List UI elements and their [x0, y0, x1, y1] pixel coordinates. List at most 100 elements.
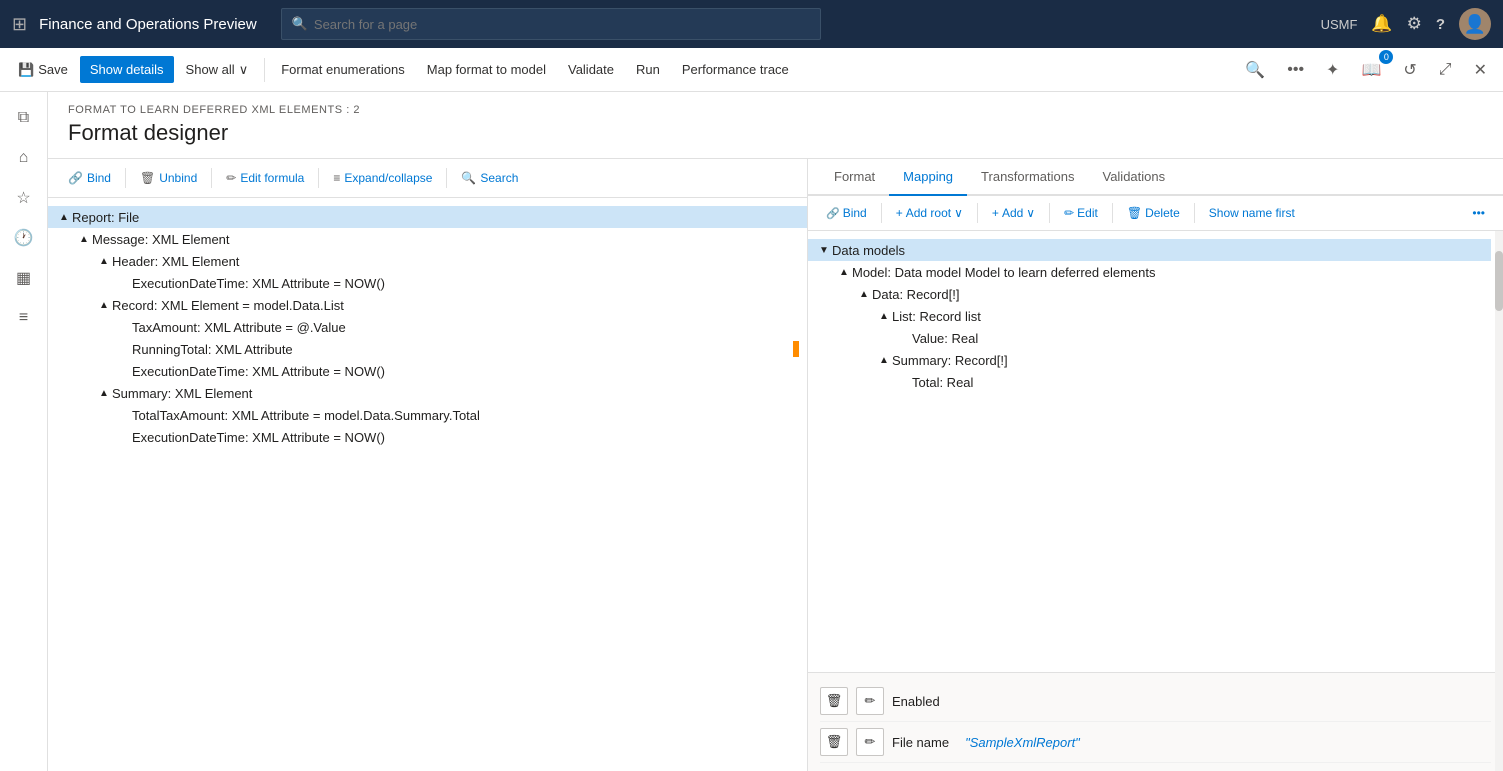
- tree-item[interactable]: ExecutionDateTime: XML Attribute = NOW(): [48, 272, 807, 294]
- tab-mapping[interactable]: Mapping: [889, 159, 967, 196]
- close-button[interactable]: ✕: [1466, 54, 1495, 86]
- tab-format[interactable]: Format: [820, 159, 889, 196]
- prop-value-filename: "SampleXmlReport": [965, 735, 1080, 750]
- tree-toggle-icon[interactable]: ▲: [96, 385, 112, 401]
- expand-collapse-button[interactable]: ≡ Expand/collapse: [325, 167, 440, 189]
- sidebar-workspace-icon[interactable]: ▦: [6, 260, 42, 296]
- sidebar-favorites-icon[interactable]: ☆: [6, 180, 42, 216]
- unbind-button[interactable]: 🗑 Unbind: [132, 167, 205, 189]
- rt-bind-button[interactable]: 🔗 Bind: [818, 202, 875, 224]
- rt-more-button[interactable]: •••: [1464, 202, 1493, 224]
- tree-item[interactable]: ▲Report: File: [48, 206, 807, 228]
- more-options-button[interactable]: •••: [1279, 55, 1312, 85]
- search-toolbar-button[interactable]: 🔍: [1237, 54, 1273, 86]
- tree-item[interactable]: TaxAmount: XML Attribute = @.Value: [48, 316, 807, 338]
- format-enumerations-button[interactable]: Format enumerations: [271, 56, 415, 83]
- gear-icon[interactable]: ⚙: [1407, 14, 1422, 34]
- right-tree-toggle-icon[interactable]: ▲: [836, 264, 852, 280]
- scrollbar-thumb[interactable]: [1495, 251, 1503, 311]
- bind-button[interactable]: 🔗 Bind: [60, 167, 119, 189]
- save-icon: 💾: [18, 62, 34, 78]
- tree-item[interactable]: ExecutionDateTime: XML Attribute = NOW(): [48, 426, 807, 448]
- sidebar-icons: ⧉ ⌂ ☆ 🕐 ▦ ≡: [0, 92, 48, 771]
- tree-item[interactable]: ▲Header: XML Element: [48, 250, 807, 272]
- lt-sep2: [211, 168, 212, 188]
- show-name-first-button[interactable]: Show name first: [1201, 202, 1303, 224]
- rt-sep2: [977, 203, 978, 223]
- right-tree-item[interactable]: ▲List: Record list: [808, 305, 1491, 327]
- sidebar-recent-icon[interactable]: 🕐: [6, 220, 42, 256]
- right-scrollbar[interactable]: [1495, 231, 1503, 771]
- bell-icon[interactable]: 🔔: [1371, 14, 1392, 34]
- tree-item[interactable]: ▲Summary: XML Element: [48, 382, 807, 404]
- lt-sep1: [125, 168, 126, 188]
- sidebar-home-icon[interactable]: ⌂: [6, 140, 42, 176]
- add-button[interactable]: + Add ∨: [984, 202, 1043, 224]
- right-tree-toggle-icon[interactable]: ▲: [856, 286, 872, 302]
- popout-button[interactable]: ⤢: [1431, 55, 1460, 85]
- map-format-button[interactable]: Map format to model: [417, 56, 556, 83]
- delete-button[interactable]: 🗑 Delete: [1119, 202, 1188, 224]
- right-tree-toggle-icon[interactable]: ▲: [876, 352, 892, 368]
- tree-item[interactable]: ExecutionDateTime: XML Attribute = NOW(): [48, 360, 807, 382]
- top-nav: ⊞ Finance and Operations Preview 🔍 USMF …: [0, 0, 1503, 48]
- show-details-button[interactable]: Show details: [80, 56, 174, 83]
- nav-search-box[interactable]: 🔍: [281, 8, 821, 40]
- prop-label-filename: File name: [892, 735, 949, 750]
- right-tree-toggle-icon[interactable]: ▲: [876, 308, 892, 324]
- search-left-button[interactable]: 🔍 Search: [453, 167, 526, 189]
- performance-trace-button[interactable]: Performance trace: [672, 56, 799, 83]
- add-root-button[interactable]: + Add root ∨: [888, 202, 971, 224]
- edit-button[interactable]: ✏ Edit: [1056, 202, 1106, 224]
- tree-item-label: ExecutionDateTime: XML Attribute = NOW(): [132, 364, 799, 379]
- designer-body: 🔗 Bind 🗑 Unbind ✏ Edit formula: [48, 159, 1503, 771]
- tree-item[interactable]: ▲Message: XML Element: [48, 228, 807, 250]
- right-tree-toggle-icon[interactable]: ▼: [816, 242, 832, 258]
- right-tree-item[interactable]: ▲Summary: Record[!]: [808, 349, 1491, 371]
- tab-validations[interactable]: Validations: [1088, 159, 1179, 196]
- right-tree-item[interactable]: ▲Model: Data model Model to learn deferr…: [808, 261, 1491, 283]
- nav-right: USMF 🔔 ⚙ ? 👤: [1321, 8, 1491, 40]
- prop-edit-filename[interactable]: ✏: [856, 728, 884, 756]
- pin-button[interactable]: ✦: [1318, 54, 1347, 86]
- save-button[interactable]: 💾 Save: [8, 56, 78, 84]
- right-tree-item[interactable]: ▲Data: Record[!]: [808, 283, 1491, 305]
- right-tree-item-label: Data models: [832, 243, 1483, 258]
- tree-toggle-icon[interactable]: ▲: [96, 297, 112, 313]
- edit-formula-button[interactable]: ✏ Edit formula: [218, 167, 312, 189]
- expand-icon: ≡: [333, 171, 340, 185]
- main-layout: ⧉ ⌂ ☆ 🕐 ▦ ≡ FORMAT TO LEARN DEFERRED XML…: [0, 92, 1503, 771]
- tree-item[interactable]: TotalTaxAmount: XML Attribute = model.Da…: [48, 404, 807, 426]
- right-tree-item[interactable]: ▼Data models: [808, 239, 1491, 261]
- rt-sep1: [881, 203, 882, 223]
- help-icon[interactable]: ?: [1436, 16, 1445, 33]
- right-tree-item[interactable]: Total: Real: [808, 371, 1491, 393]
- right-tree-item[interactable]: Value: Real: [808, 327, 1491, 349]
- tree-toggle-icon[interactable]: ▲: [96, 253, 112, 269]
- sidebar-list-icon[interactable]: ≡: [6, 300, 42, 336]
- left-tree: ▲Report: File▲Message: XML Element▲Heade…: [48, 198, 807, 771]
- main-toolbar: 💾 Save Show details Show all ∨ Format en…: [0, 48, 1503, 92]
- prop-edit-enabled[interactable]: ✏: [856, 687, 884, 715]
- prop-delete-filename[interactable]: 🗑: [820, 728, 848, 756]
- validate-button[interactable]: Validate: [558, 56, 624, 83]
- avatar[interactable]: 👤: [1459, 8, 1491, 40]
- tree-toggle-icon[interactable]: ▲: [76, 231, 92, 247]
- refresh-button[interactable]: ↺: [1395, 54, 1424, 86]
- show-all-button[interactable]: Show all ∨: [176, 56, 259, 84]
- edit-icon: ✏: [1064, 206, 1074, 220]
- grid-icon[interactable]: ⊞: [12, 14, 27, 35]
- search-input[interactable]: [314, 17, 810, 32]
- add-plus-icon: +: [992, 206, 999, 220]
- prop-delete-enabled[interactable]: 🗑: [820, 687, 848, 715]
- tree-toggle-icon[interactable]: ▲: [56, 209, 72, 225]
- run-button[interactable]: Run: [626, 56, 670, 83]
- formula-icon: ✏: [226, 171, 236, 185]
- tree-item[interactable]: RunningTotal: XML Attribute: [48, 338, 807, 360]
- tab-transformations[interactable]: Transformations: [967, 159, 1088, 196]
- right-tree-item-label: Model: Data model Model to learn deferre…: [852, 265, 1483, 280]
- tree-item-label: TotalTaxAmount: XML Attribute = model.Da…: [132, 408, 799, 423]
- tree-item[interactable]: ▲Record: XML Element = model.Data.List: [48, 294, 807, 316]
- sidebar-filter-icon[interactable]: ⧉: [6, 100, 42, 136]
- search-icon: 🔍: [292, 16, 308, 32]
